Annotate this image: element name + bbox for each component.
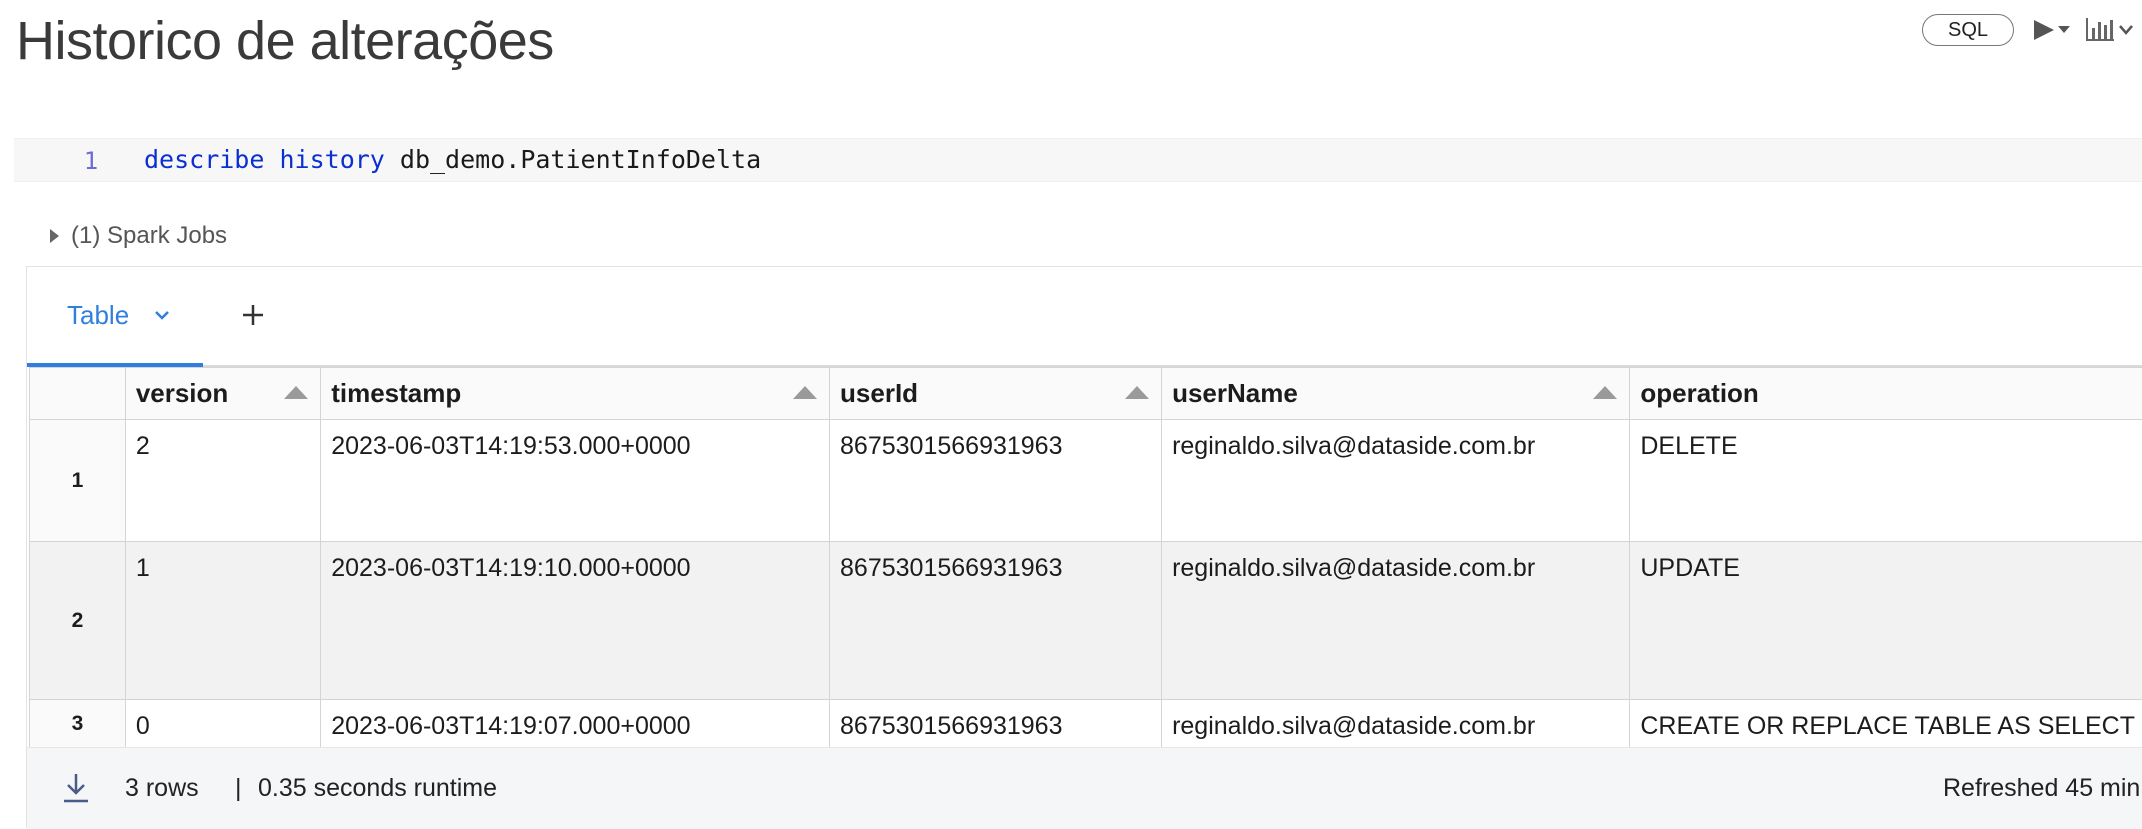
row-count: 3 rows [125,774,199,803]
tab-table-label: Table [67,300,129,331]
cell-username[interactable]: reginaldo.silva@dataside.com.br [1162,700,1630,748]
keyword-describe: describe [144,145,264,174]
sort-icon[interactable] [284,386,308,399]
language-label: SQL [1948,19,1988,42]
column-header-userid[interactable]: userId [830,368,1162,420]
results-panel: Table version timestamp userId userName [26,266,2142,828]
line-number: 1 [76,147,106,175]
cell-operation[interactable]: UPDATE [1630,542,2142,700]
cell-username[interactable]: reginaldo.silva@dataside.com.br [1162,542,1630,700]
cell-username[interactable]: reginaldo.silva@dataside.com.br [1162,420,1630,542]
download-icon[interactable] [61,772,91,804]
row-number: 3 [30,700,126,748]
column-header-operation[interactable]: operation [1630,368,2142,420]
cell-userid[interactable]: 8675301566931963 [830,542,1162,700]
code-editor[interactable]: 1 describe history db_demo.PatientInfoDe… [14,138,2142,182]
cell-userid[interactable]: 8675301566931963 [830,700,1162,748]
chart-icon[interactable] [2084,14,2142,46]
column-header-username[interactable]: userName [1162,368,1630,420]
run-icon[interactable] [2032,14,2076,46]
tab-table[interactable]: Table [27,267,203,367]
keyword-history: history [279,145,384,174]
runtime-text: 0.35 seconds runtime [258,774,497,803]
refreshed-status: Refreshed 45 minu [1943,774,2142,803]
sort-icon[interactable] [793,386,817,399]
spark-jobs-label: (1) Spark Jobs [71,222,227,250]
cell-timestamp[interactable]: 2023-06-03T14:19:53.000+0000 [321,420,830,542]
language-selector-button[interactable]: SQL [1922,14,2014,46]
column-header-version[interactable]: version [125,368,320,420]
results-footer: 3 rows | 0.35 seconds runtime Refreshed … [27,747,2142,829]
cell-timestamp[interactable]: 2023-06-03T14:19:10.000+0000 [321,542,830,700]
table-row: 2 1 2023-06-03T14:19:10.000+0000 8675301… [30,542,2142,700]
add-tab-button[interactable] [237,299,269,331]
cell-userid[interactable]: 8675301566931963 [830,420,1162,542]
sort-icon[interactable] [1125,386,1149,399]
cell-operation[interactable]: DELETE [1630,420,2142,542]
row-number: 2 [30,542,126,700]
header-row: version timestamp userId userName operat… [30,368,2142,420]
column-header-timestamp[interactable]: timestamp [321,368,830,420]
row-number: 1 [30,420,126,542]
cell-operation[interactable]: CREATE OR REPLACE TABLE AS SELECT [1630,700,2142,748]
row-number-header [30,368,126,420]
cell-version[interactable]: 0 [125,700,320,748]
cell-version[interactable]: 1 [125,542,320,700]
plus-icon [241,303,265,327]
results-table: version timestamp userId userName operat… [29,367,2142,748]
spark-jobs-toggle[interactable]: (1) Spark Jobs [50,222,227,250]
expand-triangle-icon [50,229,59,243]
table-identifier: db_demo.PatientInfoDelta [400,145,761,174]
results-tab-bar: Table [27,267,2142,367]
table-row: 1 2 2023-06-03T14:19:53.000+0000 8675301… [30,420,2142,542]
sort-icon[interactable] [1593,386,1617,399]
table-row: 3 0 2023-06-03T14:19:07.000+0000 8675301… [30,700,2142,748]
cell-timestamp[interactable]: 2023-06-03T14:19:07.000+0000 [321,700,830,748]
chevron-down-icon[interactable] [153,309,171,321]
cell-version[interactable]: 2 [125,420,320,542]
footer-separator: | [235,774,242,803]
code-line[interactable]: describe history db_demo.PatientInfoDelt… [144,145,761,174]
page-title: Historico de alterações [16,10,554,72]
